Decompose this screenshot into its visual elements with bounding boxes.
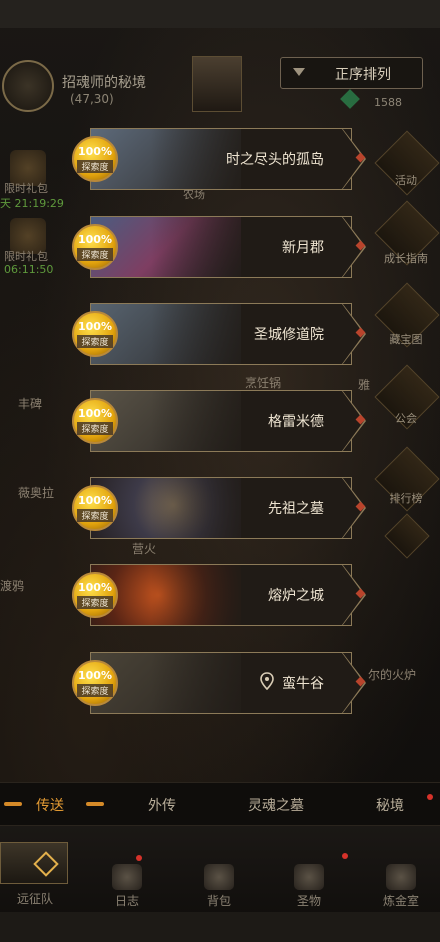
exploration-percent: 100% <box>78 233 112 246</box>
notification-dot <box>427 794 433 800</box>
notification-dot <box>342 853 348 859</box>
exploration-badge: 100% 探索度 <box>72 398 118 444</box>
exploration-percent: 100% <box>78 407 112 420</box>
nav-expedition[interactable]: 远征队 <box>0 888 70 907</box>
gift-pack-timer: 06:11:50 <box>4 263 54 276</box>
map-label: 渡鸦 <box>0 579 25 593</box>
exploration-badge: 100% 探索度 <box>72 572 118 618</box>
backpack-icon <box>204 864 234 890</box>
nav-alchemy[interactable]: 炼金室 <box>366 864 436 909</box>
side-menu-label: 藏宝图 <box>389 333 423 346</box>
map-label: 营火 <box>132 542 157 556</box>
exploration-percent: 100% <box>78 581 112 594</box>
tab-secret-realm[interactable]: 秘境 <box>376 795 404 815</box>
exploration-badge: 100% 探索度 <box>72 485 118 531</box>
exploration-percent: 100% <box>78 145 112 158</box>
tab-bar: 传送 外传 灵魂之墓 秘境 <box>0 782 440 826</box>
exploration-badge: 100% 探索度 <box>72 224 118 270</box>
exploration-percent: 100% <box>78 494 112 507</box>
gift-pack-timer: 天 21:19:29 <box>0 197 64 210</box>
region-emblem-icon[interactable] <box>2 60 54 112</box>
alchemy-icon <box>386 864 416 890</box>
sort-order-label: 正序排列 <box>335 67 391 83</box>
map-label: 尔的火炉 <box>368 668 417 682</box>
exploration-label: 探索度 <box>77 335 113 348</box>
exploration-label: 探索度 <box>77 422 113 435</box>
sort-order-button[interactable]: 正序排列 <box>280 57 423 89</box>
dropdown-arrow-icon <box>293 68 305 76</box>
tab-side-story[interactable]: 外传 <box>148 795 176 815</box>
side-menu-label: 排行榜 <box>389 492 423 505</box>
character-portrait[interactable] <box>192 56 242 112</box>
exploration-label: 探索度 <box>77 160 113 173</box>
exploration-label: 探索度 <box>77 596 113 609</box>
nav-journal[interactable]: 日志 <box>92 864 162 909</box>
tab-soul-tomb[interactable]: 灵魂之墓 <box>248 795 304 815</box>
gift-pack-label: 限时礼包 <box>4 182 48 195</box>
exploration-label: 探索度 <box>77 684 113 697</box>
journal-icon <box>112 864 142 890</box>
exploration-badge: 100% 探索度 <box>72 311 118 357</box>
exploration-label: 探索度 <box>77 509 113 522</box>
nav-label: 圣物 <box>296 894 321 908</box>
gift-pack-label: 限时礼包 <box>4 250 48 263</box>
region-coords: (47,30) <box>70 92 114 106</box>
status-bar <box>0 0 440 28</box>
exploration-badge: 100% 探索度 <box>72 660 118 706</box>
expedition-button[interactable] <box>0 842 68 884</box>
relic-icon <box>294 864 324 890</box>
destination-item[interactable]: 先祖之墓 100% 探索度 <box>72 477 372 539</box>
tab-decoration-icon <box>86 802 104 806</box>
destination-name: 先祖之墓 <box>268 501 324 517</box>
exploration-percent: 100% <box>78 669 112 682</box>
destination-item[interactable]: 圣城修道院 100% 探索度 <box>72 303 372 365</box>
destination-item[interactable]: 蛮牛谷 100% 探索度 <box>72 652 372 714</box>
location-pin-icon <box>260 672 274 690</box>
side-menu-label: 公会 <box>395 412 417 425</box>
gem-count: 1588 <box>374 96 402 109</box>
destination-name: 时之尽头的孤岛 <box>226 152 324 168</box>
destination-item[interactable]: 熔炉之城 100% 探索度 <box>72 564 372 626</box>
nav-backpack[interactable]: 背包 <box>184 864 254 909</box>
expedition-icon <box>33 851 59 877</box>
destination-name: 格雷米德 <box>268 414 324 430</box>
nav-label: 日志 <box>114 894 139 908</box>
destination-item[interactable]: 格雷米德 100% 探索度 <box>72 390 372 452</box>
exploration-label: 探索度 <box>77 248 113 261</box>
nav-label: 远征队 <box>16 892 53 906</box>
map-label: 烹饪锅 <box>245 376 282 390</box>
nav-label: 炼金室 <box>382 894 419 908</box>
destination-name: 圣城修道院 <box>254 327 324 343</box>
tab-decoration-icon <box>4 802 22 806</box>
side-menu-label: 成长指南 <box>384 252 428 265</box>
region-name: 招魂师的秘境 <box>62 75 146 91</box>
map-label: 薇奥拉 <box>18 486 55 500</box>
destination-name: 蛮牛谷 <box>282 676 324 692</box>
exploration-percent: 100% <box>78 320 112 333</box>
destination-name: 熔炉之城 <box>268 588 324 604</box>
destination-name: 新月郡 <box>282 240 324 256</box>
exploration-badge: 100% 探索度 <box>72 136 118 182</box>
tab-teleport[interactable]: 传送 <box>36 795 64 815</box>
map-label: 丰碑 <box>18 397 43 411</box>
notification-dot <box>136 855 142 861</box>
side-menu-label: 活动 <box>395 174 417 187</box>
destination-item[interactable]: 时之尽头的孤岛 100% 探索度 <box>72 128 372 190</box>
nav-label: 背包 <box>206 894 231 908</box>
destination-item[interactable]: 新月郡 100% 探索度 <box>72 216 372 278</box>
nav-relic[interactable]: 圣物 <box>274 864 344 909</box>
